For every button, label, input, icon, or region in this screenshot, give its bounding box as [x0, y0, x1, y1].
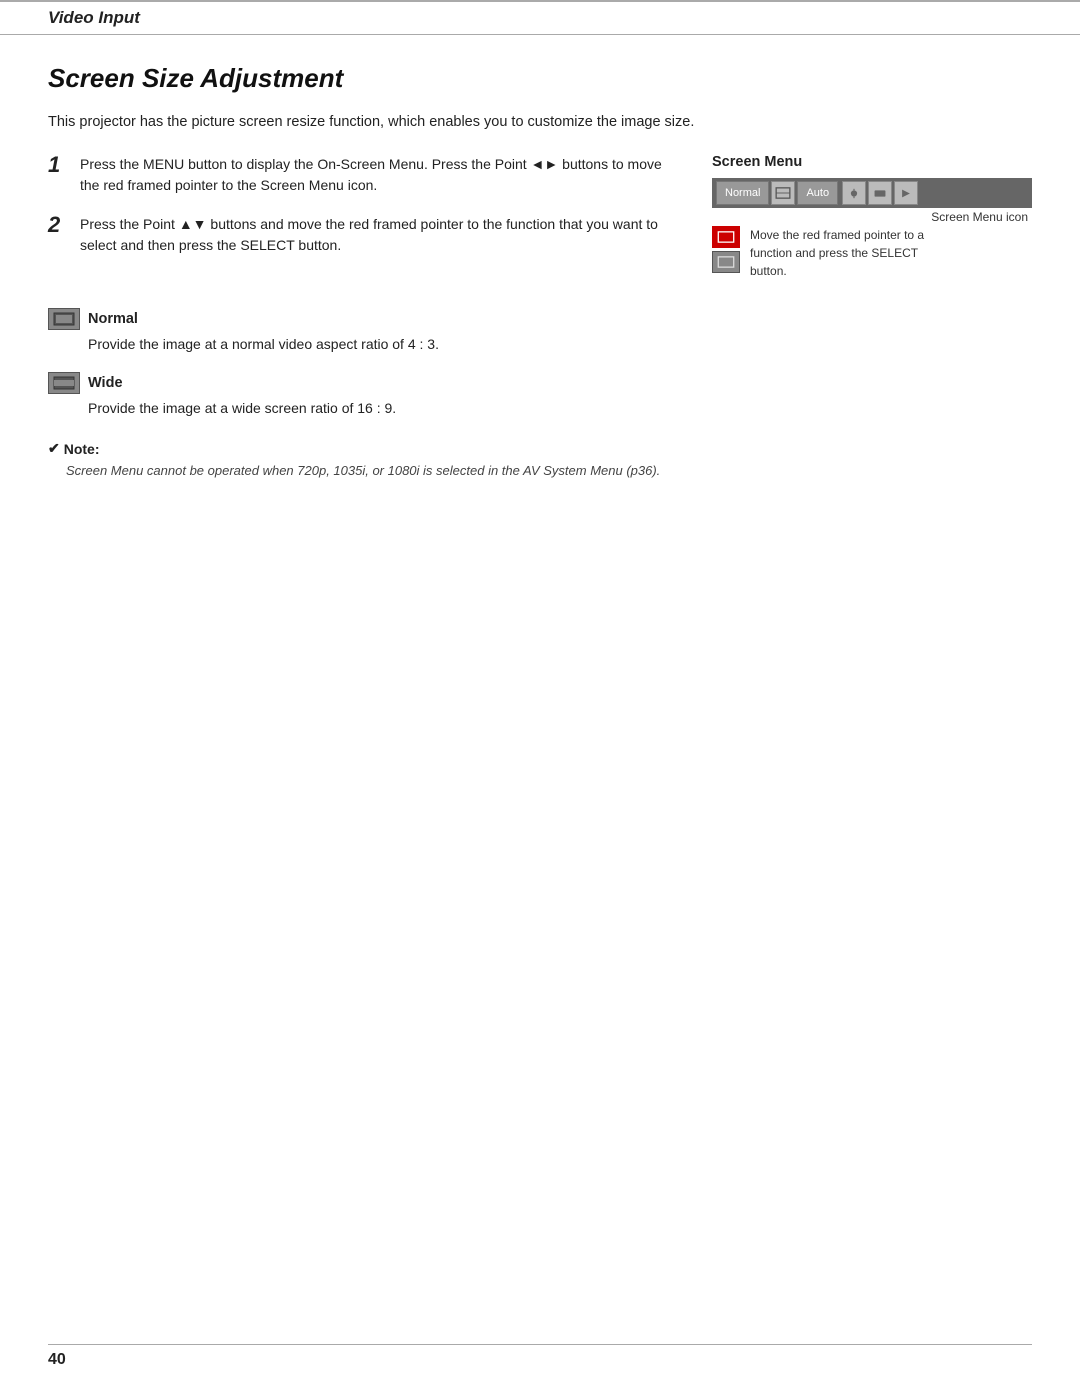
menu-auto-item: Auto: [797, 181, 838, 205]
footer: 40: [48, 1344, 1032, 1369]
normal-mode-icon: [48, 308, 80, 330]
wide-mode-header: Wide: [48, 372, 1032, 394]
step-1: 1 Press the MENU button to display the O…: [48, 154, 680, 196]
note-body: Screen Menu cannot be operated when 720p…: [66, 461, 1032, 481]
diagram-icons: [712, 226, 740, 273]
menu-icon-3: [868, 181, 892, 205]
normal-mode-header: Normal: [48, 308, 1032, 330]
main-content: Screen Size Adjustment This projector ha…: [0, 35, 1080, 529]
diagram-bottom: Move the red framed pointer to a functio…: [712, 226, 1032, 280]
header-title: Video Input: [48, 8, 140, 27]
wide-mode-name: Wide: [88, 375, 123, 391]
screen-menu-label: Screen Menu: [712, 154, 1032, 170]
note-section: ✔ Note: Screen Menu cannot be operated w…: [48, 440, 1032, 481]
step-2: 2 Press the Point ▲▼ buttons and move th…: [48, 214, 680, 256]
wide-mode-desc: Provide the image at a wide screen ratio…: [88, 400, 1032, 416]
page-number: 40: [48, 1351, 66, 1368]
page-title: Screen Size Adjustment: [48, 63, 1032, 94]
diagram-annotation: Move the red framed pointer to a functio…: [750, 226, 950, 280]
header-bar: Video Input: [0, 0, 1080, 35]
step-1-text: Press the MENU button to display the On-…: [80, 154, 680, 196]
screen-menu-icon-label-row: Screen Menu icon: [712, 210, 1028, 224]
step-1-number: 1: [48, 152, 68, 196]
screen-menu-column: Screen Menu Normal Auto: [712, 154, 1032, 280]
menu-icon-1: [771, 181, 795, 205]
menu-normal-item: Normal: [716, 181, 769, 205]
two-col-layout: 1 Press the MENU button to display the O…: [48, 154, 1032, 280]
menu-icon-4: [894, 181, 918, 205]
step-2-text: Press the Point ▲▼ buttons and move the …: [80, 214, 680, 256]
icon-normal: [712, 251, 740, 273]
wide-mode-icon: [48, 372, 80, 394]
check-icon: ✔: [48, 440, 60, 457]
normal-section: Normal Provide the image at a normal vid…: [48, 308, 1032, 352]
intro-paragraph: This projector has the picture screen re…: [48, 114, 1032, 130]
note-header: ✔ Note:: [48, 440, 1032, 457]
screen-menu-icon-label: Screen Menu icon: [931, 210, 1028, 224]
note-label: Note:: [64, 441, 100, 457]
normal-mode-desc: Provide the image at a normal video aspe…: [88, 336, 1032, 352]
wide-section: Wide Provide the image at a wide screen …: [48, 372, 1032, 416]
menu-bar: Normal Auto: [712, 178, 1032, 208]
steps-column: 1 Press the MENU button to display the O…: [48, 154, 680, 280]
menu-icon-2: [842, 181, 866, 205]
menu-right-icons: [842, 181, 918, 205]
icon-selected: [712, 226, 740, 248]
step-2-number: 2: [48, 212, 68, 256]
screen-menu-diagram: Normal Auto: [712, 178, 1032, 280]
normal-mode-name: Normal: [88, 311, 138, 327]
